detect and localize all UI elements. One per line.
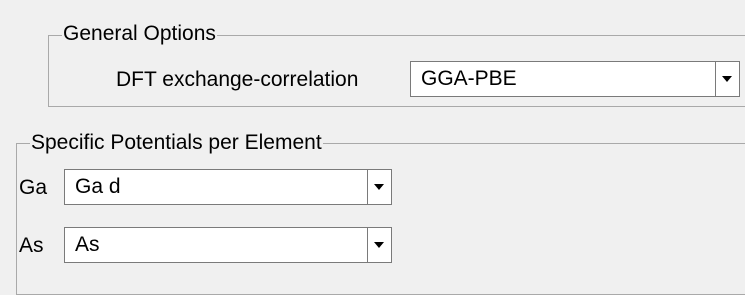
potential-value-as: As — [75, 233, 100, 256]
chevron-down-icon — [374, 242, 384, 248]
as-dropdown-button[interactable] — [367, 228, 391, 262]
dft-exchange-correlation-label: DFT exchange-correlation — [116, 68, 359, 91]
specific-potentials-group — [16, 143, 745, 295]
dft-exchange-correlation-value: GGA-PBE — [421, 67, 517, 90]
element-label-ga: Ga — [19, 176, 48, 199]
dft-dropdown-button[interactable] — [715, 62, 739, 96]
element-label-as: As — [19, 234, 44, 257]
chevron-down-icon — [722, 76, 732, 82]
potentials-panel: General Options DFT exchange-correlation… — [0, 0, 745, 295]
ga-dropdown-button[interactable] — [367, 170, 391, 204]
dft-exchange-correlation-select[interactable]: GGA-PBE — [410, 61, 740, 97]
potential-select-as[interactable]: As — [64, 227, 392, 263]
potential-select-ga[interactable]: Ga d — [64, 169, 392, 205]
general-options-legend: General Options — [62, 22, 217, 45]
specific-potentials-legend: Specific Potentials per Element — [30, 131, 323, 154]
potential-value-ga: Ga d — [75, 175, 121, 198]
chevron-down-icon — [374, 184, 384, 190]
